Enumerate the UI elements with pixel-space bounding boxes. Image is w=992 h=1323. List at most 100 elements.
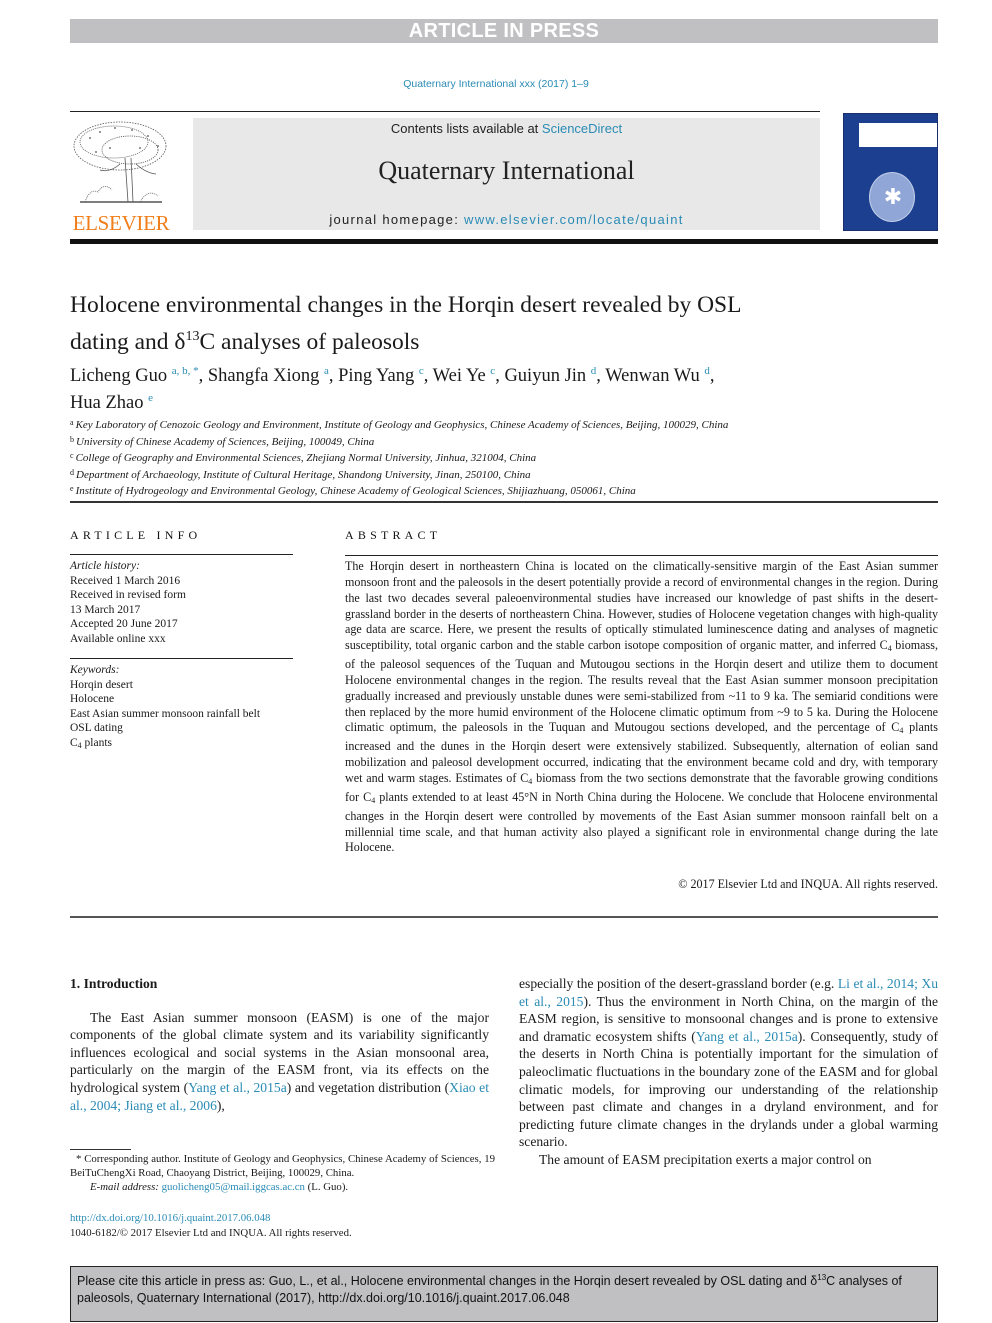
keywords-rule: [70, 658, 293, 659]
abstract-segment: biomass, of the paleosol sequences of th…: [345, 638, 938, 735]
affiliation-key: e: [70, 484, 74, 493]
author-affil-marks[interactable]: a, b, *: [172, 365, 199, 377]
history-item: 13 March 2017: [70, 603, 141, 616]
doi-block: http://dx.doi.org/10.1016/j.quaint.2017.…: [70, 1211, 495, 1241]
sciencedirect-link[interactable]: ScienceDirect: [542, 121, 622, 136]
snowflake-icon: ✱: [883, 184, 903, 209]
affiliation-key: a: [70, 418, 74, 427]
corresponding-author-footnote: * Corresponding author. Institute of Geo…: [70, 1152, 495, 1194]
contents-prefix: Contents lists available at: [390, 121, 542, 136]
journal-masthead: Contents lists available at ScienceDirec…: [193, 118, 820, 230]
intro-paragraph: The amount of EASM precipitation exerts …: [539, 1151, 872, 1167]
text-segment: especially the position of the desert-gr…: [519, 976, 838, 991]
journal-reference-link[interactable]: Quaternary International xxx (2017) 1–9: [0, 78, 992, 90]
cite-this-article-box: Please cite this article in press as: Gu…: [70, 1266, 938, 1322]
elsevier-logo[interactable]: ELSEVIER: [70, 118, 172, 235]
footnote-text: * Corresponding author. Institute of Geo…: [70, 1153, 495, 1179]
affiliation-key: b: [70, 434, 74, 444]
abstract-segment: The Horqin desert in northeastern China …: [345, 559, 938, 653]
header-divider: [70, 111, 820, 112]
keyword-item: Holocene: [70, 693, 115, 705]
abstract-copyright: © 2017 Elsevier Ltd and INQUA. All right…: [678, 877, 938, 891]
author-name[interactable]: Ping Yang: [338, 366, 414, 386]
cite-text: Please cite this article in press as: Gu…: [77, 1274, 818, 1289]
history-item: Accepted 20 June 2017: [70, 618, 178, 630]
author-separator: ,: [423, 366, 433, 386]
affiliation-item: c College of Geography and Environmental …: [70, 449, 930, 466]
title-line-1: Holocene environmental changes in the Ho…: [70, 292, 742, 318]
author-separator: ,: [198, 366, 208, 386]
intro-paragraph: The East Asian summer monsoon (EASM) is …: [70, 1009, 489, 1115]
author-list: Licheng Guo a, b, *, Shangfa Xiong a, Pi…: [70, 360, 890, 414]
keyword-item: Horqin desert: [70, 678, 133, 691]
affiliation-item: b University of Chinese Academy of Scienc…: [70, 433, 930, 450]
title-superscript: 13: [185, 329, 200, 344]
doi-link[interactable]: http://dx.doi.org/10.1016/j.quaint.2017.…: [70, 1212, 270, 1224]
history-label: Article history:: [70, 560, 140, 572]
article-info-rule: [70, 554, 293, 555]
affiliation-item: d Department of Archaeology, Institute of…: [70, 466, 930, 483]
journal-cover-thumbnail[interactable]: ✱: [843, 113, 938, 231]
email-label: E-mail address:: [90, 1181, 162, 1193]
author-separator: ,: [596, 366, 606, 386]
history-item: Received in revised form: [70, 589, 186, 601]
affiliation-text: University of Chinese Academy of Science…: [76, 435, 375, 448]
introduction-heading: 1. Introduction: [70, 976, 158, 991]
abstract-bottom-divider: [70, 916, 938, 918]
homepage-line: journal homepage: www.elsevier.com/locat…: [193, 212, 820, 227]
affiliation-item: e Institute of Hydrogeology and Environme…: [70, 482, 930, 499]
citation-link[interactable]: Yang et al., 2015a: [696, 1029, 798, 1044]
keywords-label: Keywords:: [70, 664, 120, 676]
author-affil-marks[interactable]: e: [148, 392, 153, 404]
article-history: Article history: Received 1 March 2016 R…: [70, 559, 300, 646]
author-name[interactable]: Guiyun Jin: [504, 366, 586, 386]
affiliation-item: a Key Laboratory of Cenozoic Geology and …: [70, 416, 930, 433]
title-line-2-post: C analyses of paleosols: [199, 328, 420, 355]
author-name[interactable]: Shangfa Xiong: [208, 366, 320, 386]
email-suffix: (L. Guo).: [304, 1181, 349, 1193]
intro-left-column: 1. Introduction The East Asian summer mo…: [70, 975, 489, 1114]
author-separator: ,: [709, 366, 715, 386]
email-line: E-mail address: guolicheng05@mail.iggcas…: [70, 1180, 495, 1194]
abstract-heading: ABSTRACT: [345, 528, 442, 542]
masthead-divider: [70, 239, 938, 244]
text-segment: ). Consequently, study of the deserts in…: [519, 1028, 938, 1150]
keyword-item: East Asian summer monsoon rainfall belt: [70, 707, 261, 720]
affiliation-text: College of Geography and Environmental S…: [75, 452, 537, 464]
abstract-rule: [345, 555, 938, 556]
keyword-rest: plants: [81, 736, 113, 749]
abstract-segment: plants extended to at least 45°N in Nort…: [345, 789, 938, 855]
keyword-c: C: [70, 736, 78, 749]
keywords: Keywords: Horqin desert Holocene East As…: [70, 663, 300, 753]
author-name[interactable]: Wei Ye: [433, 366, 486, 386]
cover-emblem-icon: ✱: [869, 172, 915, 222]
footnote-rule: [70, 1149, 131, 1150]
intro-right-column: especially the position of the desert-gr…: [519, 975, 938, 1169]
cover-title-band: [859, 123, 937, 147]
article-in-press-banner: ARTICLE IN PRESS: [70, 19, 938, 43]
email-link[interactable]: guolicheng05@mail.iggcas.ac.cn: [162, 1181, 305, 1193]
affiliation-key: c: [70, 451, 74, 460]
author-separator: ,: [328, 366, 339, 386]
abstract-text: The Horqin desert in northeastern China …: [345, 559, 938, 856]
history-item: Available online xxx: [70, 632, 166, 645]
author-name[interactable]: Wenwan Wu: [605, 366, 700, 386]
contents-line: Contents lists available at ScienceDirec…: [193, 121, 820, 136]
affiliations: a Key Laboratory of Cenozoic Geology and …: [70, 416, 930, 499]
citation-link[interactable]: Yang et al., 2015a: [188, 1080, 287, 1095]
history-item: Received 1 March 2016: [70, 574, 181, 587]
affiliation-text: Key Laboratory of Cenozoic Geology and E…: [75, 419, 729, 431]
text-segment: ) and vegetation distribution (: [286, 1079, 450, 1095]
intro-paragraph: especially the position of the desert-gr…: [519, 975, 938, 1151]
journal-homepage-link[interactable]: www.elsevier.com/locate/quaint: [464, 212, 684, 227]
elsevier-tree-icon: [70, 118, 172, 210]
front-matter-divider: [70, 501, 938, 503]
affiliation-key: d: [70, 467, 74, 477]
author-name[interactable]: Hua Zhao: [70, 393, 143, 413]
keyword-item: OSL dating: [70, 722, 123, 734]
homepage-prefix: journal homepage:: [329, 212, 465, 227]
cite-superscript: 13: [817, 1273, 827, 1282]
article-title: Holocene environmental changes in the Ho…: [70, 290, 870, 358]
text-segment: ),: [216, 1097, 225, 1113]
author-name[interactable]: Licheng Guo: [70, 366, 167, 386]
